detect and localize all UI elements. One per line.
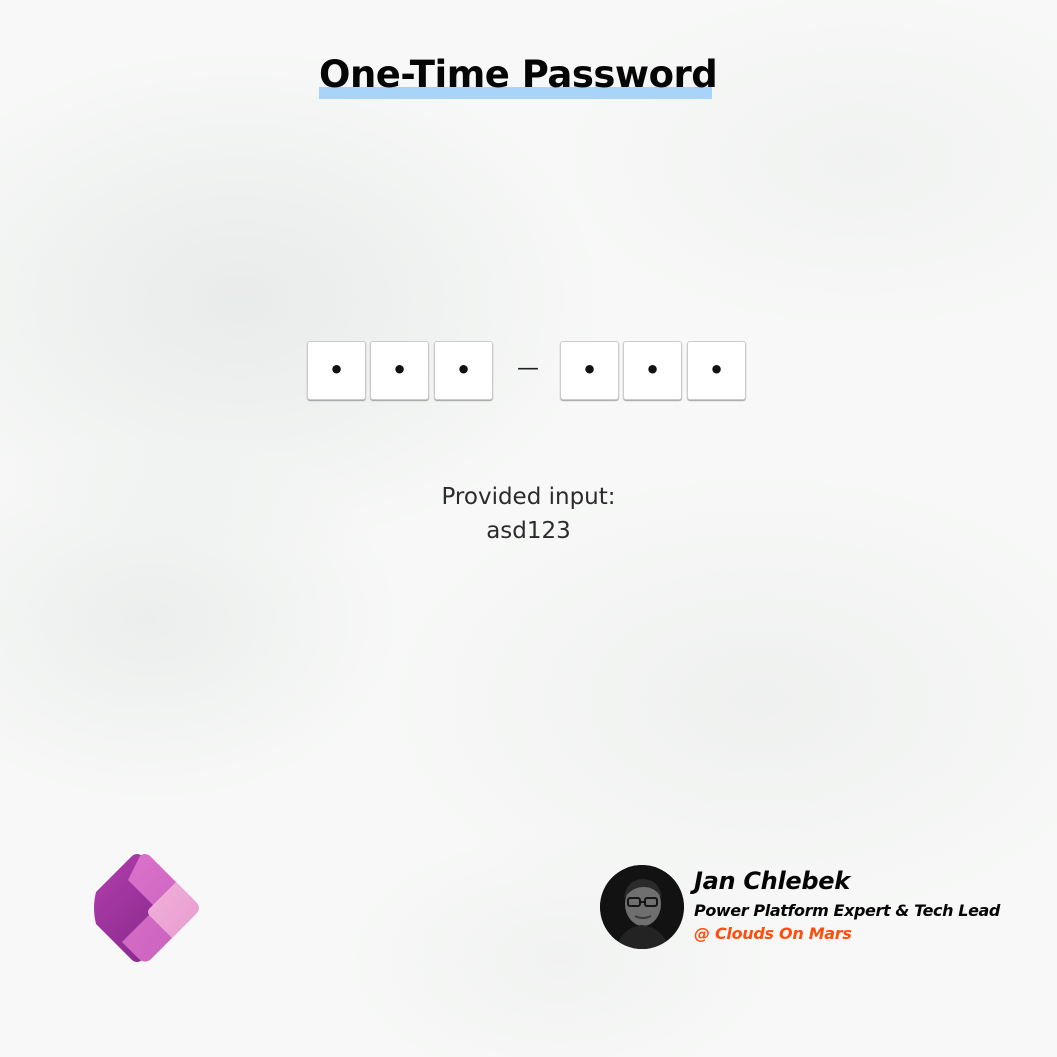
otp-digit-4[interactable]: • [560,341,619,400]
otp-digit-5[interactable]: • [623,341,682,400]
provided-input-display: Provided input: asd123 [380,480,677,548]
otp-input-group: • • • • • • — [307,341,748,401]
otp-digit-1[interactable]: • [307,341,366,400]
otp-digit-6[interactable]: • [687,341,746,400]
page-title-container: One-Time Password [319,50,718,102]
power-apps-logo-icon [92,854,204,962]
otp-digit-3[interactable]: • [434,341,493,400]
author-company: @ Clouds On Mars [694,924,852,943]
author-card: Jan Chlebek Power Platform Expert & Tech… [600,865,1000,951]
author-name: Jan Chlebek [694,867,850,895]
provided-input-value: asd123 [486,518,571,544]
author-role: Power Platform Expert & Tech Lead [694,901,1000,920]
page-title: One-Time Password [319,53,718,96]
otp-separator: — [517,356,539,381]
provided-input-label: Provided input: [441,484,616,510]
otp-digit-2[interactable]: • [370,341,429,400]
author-avatar [600,865,684,949]
